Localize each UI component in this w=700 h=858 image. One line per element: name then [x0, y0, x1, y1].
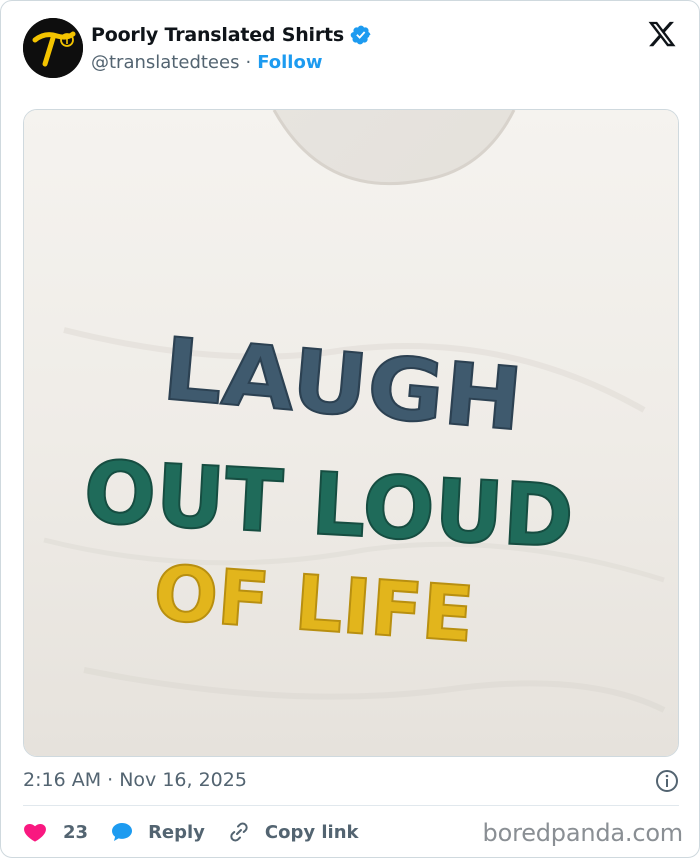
shirt-photo: LAUGH OUT LOUD OF LIFE [24, 110, 678, 756]
embedded-post-card: Poorly Translated Shirts @translatedtees… [0, 0, 700, 858]
separator-dot: · [245, 51, 252, 73]
speech-bubble-icon [112, 823, 133, 841]
account-names: Poorly Translated Shirts @translatedtees… [91, 21, 372, 75]
handle-row: @translatedtees · Follow [91, 49, 372, 75]
like-count: 23 [63, 821, 89, 843]
divider [23, 805, 679, 806]
post-header: Poorly Translated Shirts @translatedtees… [23, 17, 681, 81]
x-logo-icon[interactable] [647, 19, 677, 49]
info-icon[interactable] [655, 769, 679, 793]
follow-button[interactable]: Follow [257, 52, 322, 73]
post-actions: 23 Reply Copy link [23, 815, 381, 849]
post-timestamp[interactable]: 2:16 AM · Nov 16, 2025 [23, 769, 247, 791]
post-image[interactable]: LAUGH OUT LOUD OF LIFE [23, 109, 679, 757]
timestamp-row: 2:16 AM · Nov 16, 2025 [23, 765, 679, 797]
logo-avatar-icon [23, 18, 83, 78]
like-button[interactable]: 23 [23, 820, 88, 844]
reply-label: Reply [148, 821, 205, 843]
copy-link-label: Copy link [264, 821, 359, 843]
account-handle[interactable]: @translatedtees [91, 52, 239, 73]
copy-link-button[interactable]: Copy link [227, 820, 359, 844]
avatar[interactable] [23, 18, 83, 78]
display-name[interactable]: Poorly Translated Shirts [91, 24, 344, 46]
reply-button[interactable]: Reply [110, 820, 205, 844]
heart-icon [24, 823, 46, 842]
source-watermark: boredpanda.com [482, 819, 684, 847]
link-icon [230, 822, 248, 842]
display-name-row: Poorly Translated Shirts [91, 21, 372, 49]
verified-badge-icon [350, 25, 371, 45]
